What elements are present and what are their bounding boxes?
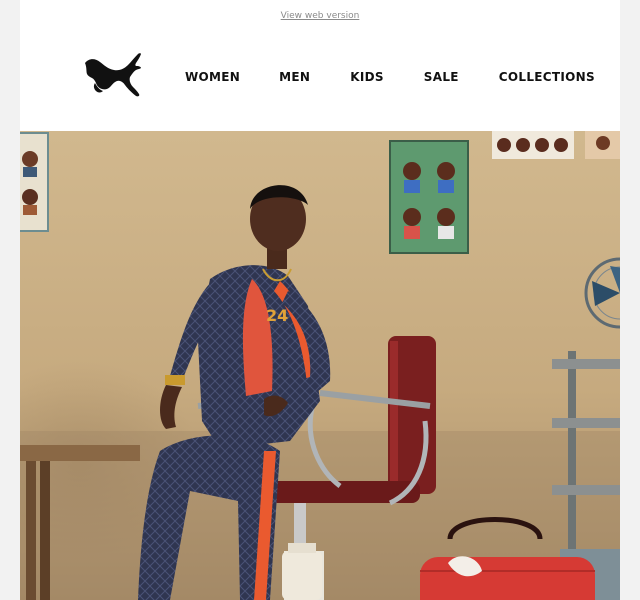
nav-item-women[interactable]: WOMEN [185, 70, 240, 84]
water-bottle [282, 543, 322, 600]
nav-item-men[interactable]: MEN [279, 70, 310, 84]
view-web-version-link[interactable]: View web version [20, 11, 620, 21]
left-poster [20, 132, 49, 232]
top-right-posters [492, 131, 620, 159]
hero-illustration: 24 [20, 131, 620, 600]
email-header: View web version WOMEN MEN KIDS SALE COL… [20, 0, 620, 131]
main-nav: WOMEN MEN KIDS SALE COLLECTIONS [185, 67, 595, 87]
puma-logo[interactable] [83, 50, 145, 102]
page: View web version WOMEN MEN KIDS SALE COL… [0, 0, 640, 600]
nav-item-sale[interactable]: SALE [424, 70, 459, 84]
hero-image[interactable]: 24 [20, 131, 620, 600]
barber-poster [389, 140, 469, 254]
puma-logo-icon [85, 53, 141, 97]
nav-item-kids[interactable]: KIDS [350, 70, 384, 84]
svg-text:24: 24 [266, 306, 288, 325]
email-container: View web version WOMEN MEN KIDS SALE COL… [20, 0, 620, 600]
nav-item-collections[interactable]: COLLECTIONS [499, 70, 595, 84]
